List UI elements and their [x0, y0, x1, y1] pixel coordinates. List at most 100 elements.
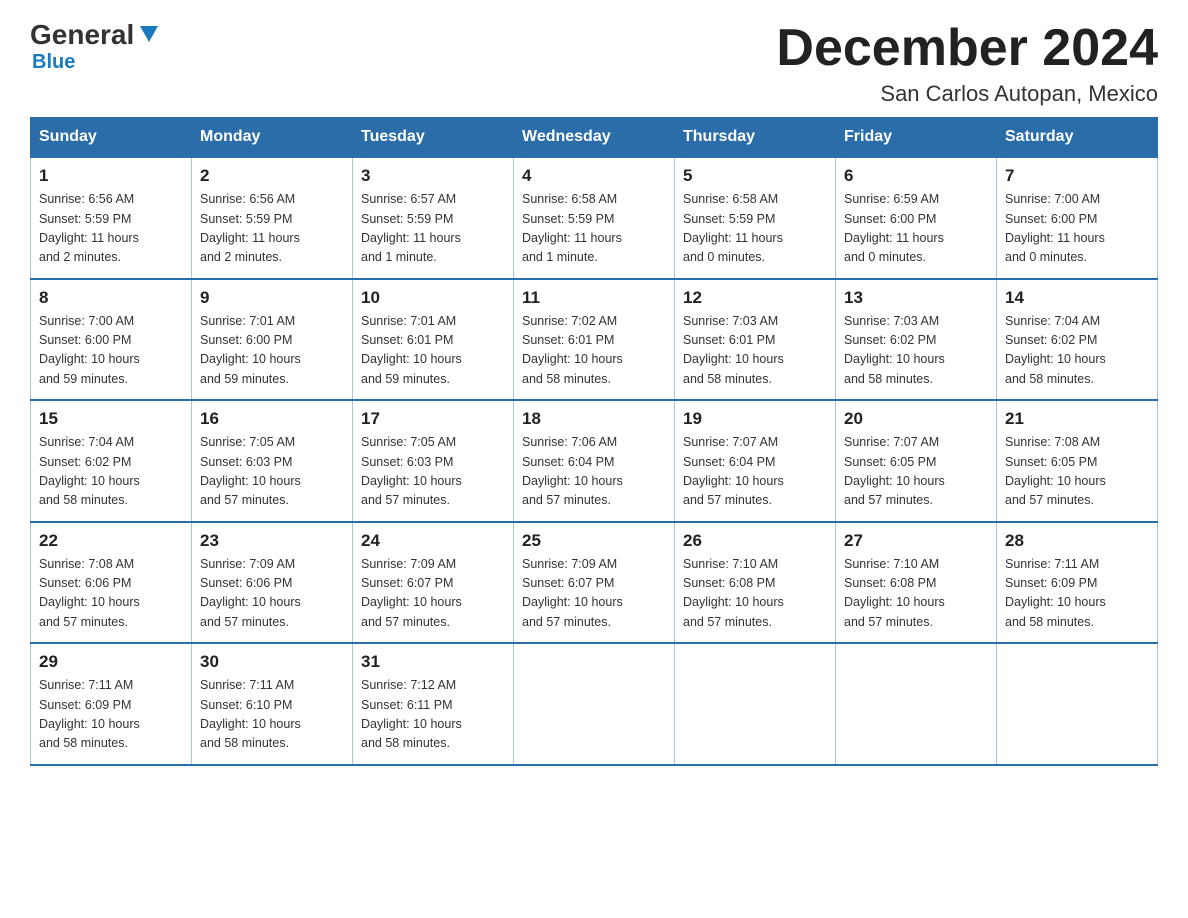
- day-info: Sunrise: 7:11 AMSunset: 6:09 PMDaylight:…: [1005, 555, 1149, 633]
- day-info: Sunrise: 7:11 AMSunset: 6:10 PMDaylight:…: [200, 676, 344, 754]
- table-row: 17Sunrise: 7:05 AMSunset: 6:03 PMDayligh…: [353, 400, 514, 522]
- table-row: 18Sunrise: 7:06 AMSunset: 6:04 PMDayligh…: [514, 400, 675, 522]
- day-info: Sunrise: 7:04 AMSunset: 6:02 PMDaylight:…: [39, 433, 183, 511]
- calendar-table: Sunday Monday Tuesday Wednesday Thursday…: [30, 117, 1158, 766]
- day-info: Sunrise: 7:08 AMSunset: 6:06 PMDaylight:…: [39, 555, 183, 633]
- logo-main-text: General: [30, 21, 134, 49]
- day-info: Sunrise: 7:05 AMSunset: 6:03 PMDaylight:…: [200, 433, 344, 511]
- col-tuesday: Tuesday: [353, 118, 514, 158]
- day-number: 20: [844, 409, 988, 429]
- calendar-week-row: 22 Sunrise: 7:08 AMSunset: 6:06 PMDayligh…: [31, 522, 1158, 644]
- day-info: Sunrise: 6:56 AMSunset: 5:59 PMDaylight:…: [200, 190, 344, 268]
- day-number: 19: [683, 409, 827, 429]
- table-row: 24Sunrise: 7:09 AMSunset: 6:07 PMDayligh…: [353, 522, 514, 644]
- table-row: 4Sunrise: 6:58 AMSunset: 5:59 PMDaylight…: [514, 157, 675, 279]
- day-number: 24: [361, 531, 505, 551]
- table-row: 30 Sunrise: 7:11 AMSunset: 6:10 PMDayligh…: [192, 643, 353, 765]
- table-row: 5Sunrise: 6:58 AMSunset: 5:59 PMDaylight…: [675, 157, 836, 279]
- table-row: [836, 643, 997, 765]
- table-row: 25 Sunrise: 7:09 AMSunset: 6:07 PMDayligh…: [514, 522, 675, 644]
- logo: General Blue: [30, 20, 160, 74]
- table-row: 13 Sunrise: 7:03 AMSunset: 6:02 PMDayligh…: [836, 279, 997, 401]
- table-row: 11 Sunrise: 7:02 AMSunset: 6:01 PMDayligh…: [514, 279, 675, 401]
- table-row: 12Sunrise: 7:03 AMSunset: 6:01 PMDayligh…: [675, 279, 836, 401]
- logo-triangle-icon: [138, 22, 160, 44]
- col-friday: Friday: [836, 118, 997, 158]
- table-row: 31Sunrise: 7:12 AMSunset: 6:11 PMDayligh…: [353, 643, 514, 765]
- table-row: 7 Sunrise: 7:00 AMSunset: 6:00 PMDaylight…: [997, 157, 1158, 279]
- table-row: 6 Sunrise: 6:59 AMSunset: 6:00 PMDaylight…: [836, 157, 997, 279]
- table-row: 2 Sunrise: 6:56 AMSunset: 5:59 PMDaylight…: [192, 157, 353, 279]
- day-number: 11: [522, 288, 666, 308]
- calendar-week-row: 29 Sunrise: 7:11 AMSunset: 6:09 PMDayligh…: [31, 643, 1158, 765]
- day-info: Sunrise: 6:57 AMSunset: 5:59 PMDaylight:…: [361, 190, 505, 268]
- table-row: 10Sunrise: 7:01 AMSunset: 6:01 PMDayligh…: [353, 279, 514, 401]
- day-number: 7: [1005, 166, 1149, 186]
- day-info: Sunrise: 7:03 AMSunset: 6:02 PMDaylight:…: [844, 312, 988, 390]
- table-row: [514, 643, 675, 765]
- calendar-week-row: 8 Sunrise: 7:00 AMSunset: 6:00 PMDaylight…: [31, 279, 1158, 401]
- day-info: Sunrise: 6:56 AMSunset: 5:59 PMDaylight:…: [39, 190, 183, 268]
- title-block: December 2024 San Carlos Autopan, Mexico: [776, 20, 1158, 107]
- table-row: [997, 643, 1158, 765]
- day-info: Sunrise: 7:07 AMSunset: 6:04 PMDaylight:…: [683, 433, 827, 511]
- day-number: 28: [1005, 531, 1149, 551]
- col-saturday: Saturday: [997, 118, 1158, 158]
- day-info: Sunrise: 7:04 AMSunset: 6:02 PMDaylight:…: [1005, 312, 1149, 390]
- day-info: Sunrise: 7:11 AMSunset: 6:09 PMDaylight:…: [39, 676, 183, 754]
- day-info: Sunrise: 7:07 AMSunset: 6:05 PMDaylight:…: [844, 433, 988, 511]
- table-row: 29 Sunrise: 7:11 AMSunset: 6:09 PMDayligh…: [31, 643, 192, 765]
- day-number: 1: [39, 166, 183, 186]
- day-info: Sunrise: 6:58 AMSunset: 5:59 PMDaylight:…: [683, 190, 827, 268]
- day-number: 18: [522, 409, 666, 429]
- table-row: 27 Sunrise: 7:10 AMSunset: 6:08 PMDayligh…: [836, 522, 997, 644]
- day-info: Sunrise: 7:09 AMSunset: 6:07 PMDaylight:…: [522, 555, 666, 633]
- day-info: Sunrise: 6:59 AMSunset: 6:00 PMDaylight:…: [844, 190, 988, 268]
- day-number: 8: [39, 288, 183, 308]
- day-info: Sunrise: 6:58 AMSunset: 5:59 PMDaylight:…: [522, 190, 666, 268]
- day-info: Sunrise: 7:00 AMSunset: 6:00 PMDaylight:…: [39, 312, 183, 390]
- table-row: 19 Sunrise: 7:07 AMSunset: 6:04 PMDayligh…: [675, 400, 836, 522]
- day-number: 14: [1005, 288, 1149, 308]
- day-number: 22: [39, 531, 183, 551]
- table-row: [675, 643, 836, 765]
- day-number: 21: [1005, 409, 1149, 429]
- day-number: 2: [200, 166, 344, 186]
- table-row: 21 Sunrise: 7:08 AMSunset: 6:05 PMDayligh…: [997, 400, 1158, 522]
- day-number: 30: [200, 652, 344, 672]
- day-info: Sunrise: 7:02 AMSunset: 6:01 PMDaylight:…: [522, 312, 666, 390]
- day-number: 12: [683, 288, 827, 308]
- table-row: 9Sunrise: 7:01 AMSunset: 6:00 PMDaylight…: [192, 279, 353, 401]
- day-info: Sunrise: 7:12 AMSunset: 6:11 PMDaylight:…: [361, 676, 505, 754]
- day-number: 13: [844, 288, 988, 308]
- day-info: Sunrise: 7:09 AMSunset: 6:06 PMDaylight:…: [200, 555, 344, 633]
- table-row: 23Sunrise: 7:09 AMSunset: 6:06 PMDayligh…: [192, 522, 353, 644]
- logo-sub-text: Blue: [32, 51, 75, 74]
- table-row: 3Sunrise: 6:57 AMSunset: 5:59 PMDaylight…: [353, 157, 514, 279]
- table-row: 22 Sunrise: 7:08 AMSunset: 6:06 PMDayligh…: [31, 522, 192, 644]
- day-number: 25: [522, 531, 666, 551]
- day-info: Sunrise: 7:10 AMSunset: 6:08 PMDaylight:…: [844, 555, 988, 633]
- day-number: 29: [39, 652, 183, 672]
- day-number: 16: [200, 409, 344, 429]
- col-wednesday: Wednesday: [514, 118, 675, 158]
- table-row: 20 Sunrise: 7:07 AMSunset: 6:05 PMDayligh…: [836, 400, 997, 522]
- calendar-week-row: 15Sunrise: 7:04 AMSunset: 6:02 PMDayligh…: [31, 400, 1158, 522]
- table-row: 28 Sunrise: 7:11 AMSunset: 6:09 PMDayligh…: [997, 522, 1158, 644]
- table-row: 1 Sunrise: 6:56 AMSunset: 5:59 PMDaylight…: [31, 157, 192, 279]
- day-number: 6: [844, 166, 988, 186]
- table-row: 15Sunrise: 7:04 AMSunset: 6:02 PMDayligh…: [31, 400, 192, 522]
- calendar-header-row: Sunday Monday Tuesday Wednesday Thursday…: [31, 118, 1158, 158]
- day-number: 26: [683, 531, 827, 551]
- calendar-week-row: 1 Sunrise: 6:56 AMSunset: 5:59 PMDaylight…: [31, 157, 1158, 279]
- table-row: 26Sunrise: 7:10 AMSunset: 6:08 PMDayligh…: [675, 522, 836, 644]
- table-row: 8 Sunrise: 7:00 AMSunset: 6:00 PMDaylight…: [31, 279, 192, 401]
- day-number: 27: [844, 531, 988, 551]
- day-info: Sunrise: 7:08 AMSunset: 6:05 PMDaylight:…: [1005, 433, 1149, 511]
- col-monday: Monday: [192, 118, 353, 158]
- day-number: 10: [361, 288, 505, 308]
- day-info: Sunrise: 7:00 AMSunset: 6:00 PMDaylight:…: [1005, 190, 1149, 268]
- calendar-title: December 2024: [776, 20, 1158, 77]
- day-number: 17: [361, 409, 505, 429]
- col-thursday: Thursday: [675, 118, 836, 158]
